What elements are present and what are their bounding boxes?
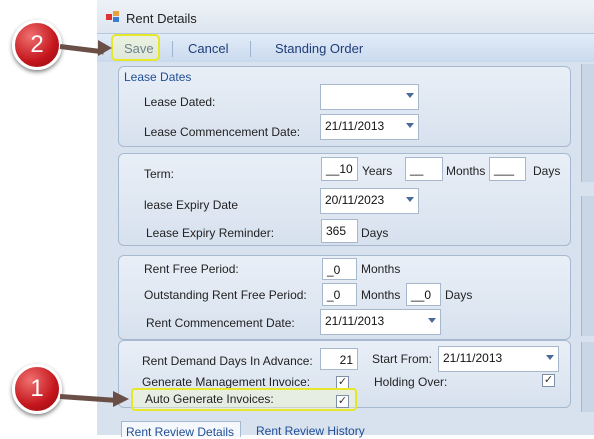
- window-title: Rent Details: [126, 11, 197, 26]
- start-from-dropdown[interactable]: 21/11/2013: [438, 346, 559, 372]
- chevron-down-icon: [546, 355, 554, 360]
- lease-commencement-dropdown[interactable]: 21/11/2013: [320, 114, 419, 140]
- lease-dated-dropdown[interactable]: [320, 84, 419, 110]
- outstanding-days-label: Days: [445, 288, 473, 302]
- expiry-reminder-input[interactable]: 365: [321, 219, 358, 243]
- mgmt-invoice-label: Generate Management Invoice:: [142, 375, 311, 389]
- lease-dated-label: Lease Dated:: [144, 95, 216, 109]
- callout-1-arrowhead: [113, 391, 129, 407]
- rent-demand-days-label: Rent Demand Days In Advance:: [142, 354, 313, 368]
- term-years-value: __10: [326, 162, 353, 176]
- holding-over-label: Holding Over:: [374, 375, 448, 389]
- lease-commencement-value: 21/11/2013: [325, 119, 385, 133]
- holding-over-checkbox[interactable]: ✓: [542, 374, 555, 387]
- outstanding-days-value: __0: [411, 288, 432, 302]
- toolbar: Save Cancel Standing Order: [97, 33, 594, 64]
- reminder-days-label: Days: [361, 226, 389, 240]
- term-months-input[interactable]: __: [405, 157, 443, 181]
- term-months-value: __: [410, 162, 424, 176]
- lease-dates-title: Lease Dates: [124, 70, 192, 84]
- term-days-input[interactable]: ___: [489, 157, 526, 181]
- rent-free-period-label: Rent Free Period:: [144, 262, 239, 276]
- title-bar: Rent Details: [97, 0, 594, 33]
- expiry-reminder-label: Lease Expiry Reminder:: [146, 226, 275, 240]
- cancel-button[interactable]: Cancel: [188, 41, 228, 56]
- chevron-down-icon: [406, 197, 414, 202]
- chevron-down-icon: [406, 123, 414, 128]
- callout-2-arrowhead: [98, 40, 112, 56]
- outstanding-rent-free-label: Outstanding Rent Free Period:: [144, 288, 307, 302]
- chevron-down-icon: [406, 93, 414, 98]
- standing-order-button[interactable]: Standing Order: [275, 41, 363, 56]
- rent-commencement-label: Rent Commencement Date:: [146, 316, 295, 330]
- rent-free-period-value: _0: [327, 263, 341, 277]
- days-label: Days: [533, 164, 561, 178]
- outstanding-months-value: _0: [327, 288, 341, 302]
- lease-expiry-dropdown[interactable]: 20/11/2023: [320, 188, 419, 214]
- term-label: Term:: [144, 167, 174, 181]
- outstanding-months-label: Months: [361, 288, 401, 302]
- lease-expiry-value: 20/11/2023: [325, 193, 385, 207]
- rent-demand-days-input[interactable]: 21: [320, 348, 358, 370]
- rent-free-months-label: Months: [361, 262, 401, 276]
- years-label: Years: [362, 164, 393, 178]
- callout-2: 2: [12, 20, 62, 70]
- app-icon: [106, 11, 119, 22]
- term-years-input[interactable]: __10: [321, 157, 358, 181]
- save-highlight: [111, 34, 160, 61]
- lease-commencement-label: Lease Commencement Date:: [144, 125, 301, 139]
- callout-1: 1: [12, 364, 62, 414]
- side-panel: [581, 196, 594, 336]
- start-from-value: 21/11/2013: [443, 351, 503, 365]
- side-panel: [581, 64, 594, 182]
- toolbar-separator: [250, 41, 251, 57]
- expiry-reminder-value: 365: [326, 224, 347, 238]
- rent-demand-days-value: 21: [339, 353, 353, 367]
- rent-free-period-input[interactable]: _0: [322, 258, 357, 280]
- term-days-value: ___: [494, 162, 515, 176]
- rent-commencement-value: 21/11/2013: [325, 314, 385, 328]
- toolbar-separator: [172, 41, 173, 57]
- months-label: Months: [446, 164, 486, 178]
- lease-expiry-label: lease Expiry Date: [144, 198, 239, 212]
- auto-generate-checkbox[interactable]: ✓: [336, 395, 349, 408]
- auto-generate-label: Auto Generate Invoices:: [145, 392, 274, 406]
- chevron-down-icon: [428, 318, 436, 323]
- outstanding-days-input[interactable]: __0: [406, 283, 441, 306]
- start-from-label: Start From:: [372, 352, 433, 366]
- rent-commencement-dropdown[interactable]: 21/11/2013: [320, 309, 441, 335]
- side-panel: [581, 342, 594, 412]
- outstanding-months-input[interactable]: _0: [322, 283, 357, 306]
